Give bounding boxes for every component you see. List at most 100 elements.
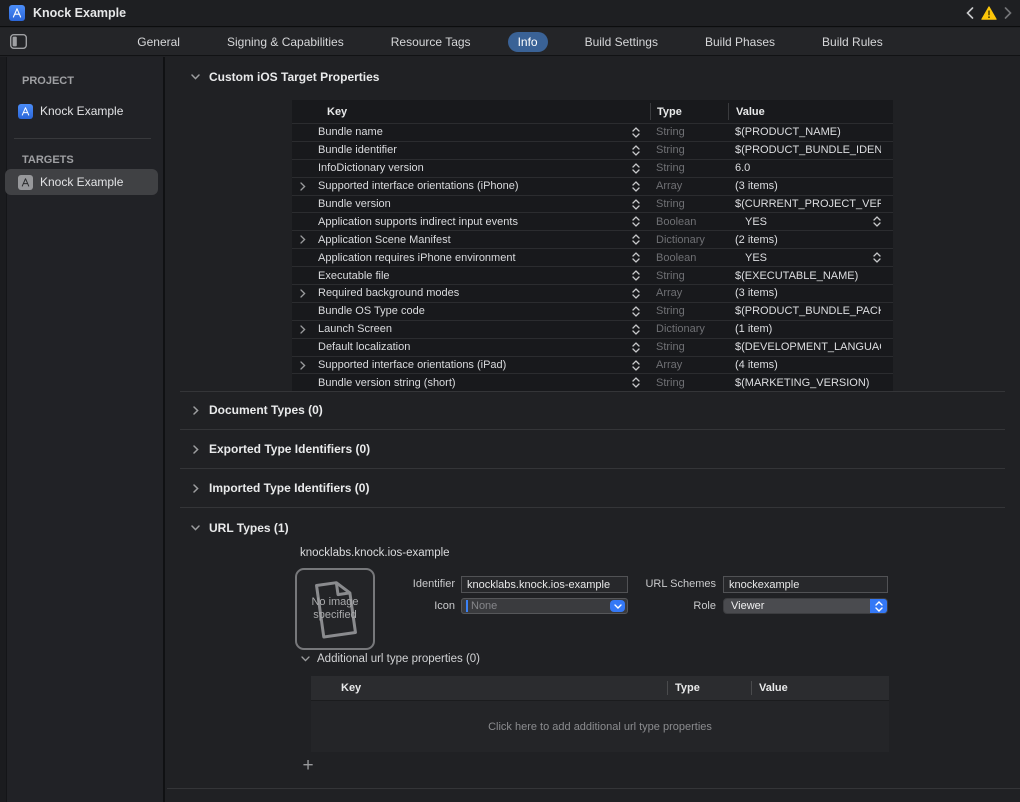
table-row[interactable]: Bundle version string (short) String $(M… [292,373,893,391]
empty-table-hint: Click here to add additional url type pr… [488,721,712,733]
url-type-item-name: knocklabs.knock.ios-example [300,547,450,559]
navigate-forward-icon[interactable] [1004,7,1012,19]
role-popup-button[interactable]: Viewer [723,598,888,614]
key-stepper-icon[interactable] [632,324,640,335]
key-stepper-icon[interactable] [632,360,640,371]
property-value: (3 items) [735,180,778,192]
table-row[interactable]: Required background modes Array (3 items… [292,284,893,302]
column-header-key[interactable]: Key [292,100,650,123]
combobox-dropdown-icon[interactable] [610,600,625,612]
key-stepper-icon[interactable] [632,270,640,281]
sidebar-item-project[interactable]: Knock Example [5,98,158,124]
targets-section-header: TARGETS [22,154,74,166]
sidebar-toggle-icon[interactable] [10,34,27,49]
section-title: Additional url type properties (0) [317,653,480,665]
url-type-image-well[interactable]: No image specified [295,568,375,650]
section-title: Exported Type Identifiers (0) [209,442,370,456]
section-imported-type-identifiers[interactable]: Imported Type Identifiers (0) [190,481,369,495]
value-stepper-icon[interactable] [873,216,881,227]
section-exported-type-identifiers[interactable]: Exported Type Identifiers (0) [190,442,370,456]
add-url-type-property-area[interactable]: Click here to add additional url type pr… [311,700,889,752]
section-divider [180,429,1005,430]
property-key: InfoDictionary version [318,162,424,174]
tab-build-settings[interactable]: Build Settings [575,32,668,52]
table-row[interactable]: Application supports indirect input even… [292,212,893,230]
table-row[interactable]: Launch Screen Dictionary (1 item) [292,320,893,338]
key-stepper-icon[interactable] [632,145,640,156]
icon-label: Icon [367,600,455,612]
section-divider [180,468,1005,469]
popup-stepper-icon[interactable] [870,599,887,613]
key-stepper-icon[interactable] [632,252,640,263]
chevron-right-icon[interactable] [190,445,201,454]
disclosure-chevron-icon[interactable] [296,289,310,298]
key-stepper-icon[interactable] [632,288,640,299]
key-stepper-icon[interactable] [632,163,640,174]
chevron-down-icon[interactable] [300,656,311,662]
property-value: (1 item) [735,323,772,335]
table-row[interactable]: Supported interface orientations (iPad) … [292,356,893,374]
column-header-value[interactable]: Value [751,681,889,695]
identifier-field[interactable]: knocklabs.knock.ios-example [461,576,628,593]
property-key: Required background modes [318,287,459,299]
column-header-type[interactable]: Type [667,681,751,695]
disclosure-chevron-icon[interactable] [296,325,310,334]
tab-info[interactable]: Info [508,32,548,52]
property-key: Application Scene Manifest [318,234,451,246]
table-row[interactable]: Supported interface orientations (iPhone… [292,177,893,195]
property-type: String [656,162,685,174]
column-header-value[interactable]: Value [728,103,893,119]
section-title: Custom iOS Target Properties [209,70,379,84]
chevron-down-icon[interactable] [190,74,201,80]
url-schemes-label: URL Schemes [627,578,716,590]
key-stepper-icon[interactable] [632,377,640,388]
project-targets-sidebar: PROJECT Knock Example TARGETS Knock Exam… [0,57,165,802]
tab-signing-capabilities[interactable]: Signing & Capabilities [217,32,354,52]
url-schemes-field[interactable]: knockexample [723,576,888,593]
column-header-type[interactable]: Type [650,103,728,119]
section-url-types[interactable]: URL Types (1) [190,521,289,535]
table-row[interactable]: Default localization String $(DEVELOPMEN… [292,338,893,356]
tab-resource-tags[interactable]: Resource Tags [381,32,481,52]
property-type: String [656,270,685,282]
sidebar-item-target[interactable]: Knock Example [5,169,158,195]
navigate-back-icon[interactable] [966,7,974,19]
property-key: Default localization [318,341,410,353]
key-stepper-icon[interactable] [632,199,640,210]
add-url-type-button[interactable]: + [298,757,318,777]
chevron-right-icon[interactable] [190,484,201,493]
key-stepper-icon[interactable] [632,342,640,353]
table-row[interactable]: Bundle version String $(CURRENT_PROJECT_… [292,195,893,213]
chevron-right-icon[interactable] [190,406,201,415]
key-stepper-icon[interactable] [632,127,640,138]
table-row[interactable]: Application requires iPhone environment … [292,248,893,266]
project-item-label: Knock Example [40,104,123,118]
property-type: Array [656,180,682,192]
disclosure-chevron-icon[interactable] [296,182,310,191]
table-row[interactable]: Bundle identifier String $(PRODUCT_BUNDL… [292,141,893,159]
disclosure-chevron-icon[interactable] [296,235,310,244]
disclosure-chevron-icon[interactable] [296,361,310,370]
tab-build-rules[interactable]: Build Rules [812,32,893,52]
column-header-key[interactable]: Key [311,682,667,694]
value-stepper-icon[interactable] [873,252,881,263]
table-row[interactable]: Bundle name String $(PRODUCT_NAME) [292,123,893,141]
property-value: (3 items) [735,287,778,299]
tab-build-phases[interactable]: Build Phases [695,32,785,52]
table-row[interactable]: Executable file String $(EXECUTABLE_NAME… [292,266,893,284]
key-stepper-icon[interactable] [632,216,640,227]
section-custom-ios-target-properties[interactable]: Custom iOS Target Properties [190,70,379,84]
section-document-types[interactable]: Document Types (0) [190,403,323,417]
key-stepper-icon[interactable] [632,181,640,192]
key-stepper-icon[interactable] [632,234,640,245]
section-additional-url-type-properties[interactable]: Additional url type properties (0) [300,653,480,665]
table-header-row: Key Type Value [292,100,893,123]
icon-combobox[interactable]: None [461,598,628,614]
warning-icon[interactable] [981,6,997,20]
table-row[interactable]: Bundle OS Type code String $(PRODUCT_BUN… [292,302,893,320]
table-row[interactable]: InfoDictionary version String 6.0 [292,159,893,177]
chevron-down-icon[interactable] [190,525,201,531]
tab-general[interactable]: General [127,32,190,52]
table-row[interactable]: Application Scene Manifest Dictionary (2… [292,230,893,248]
key-stepper-icon[interactable] [632,306,640,317]
